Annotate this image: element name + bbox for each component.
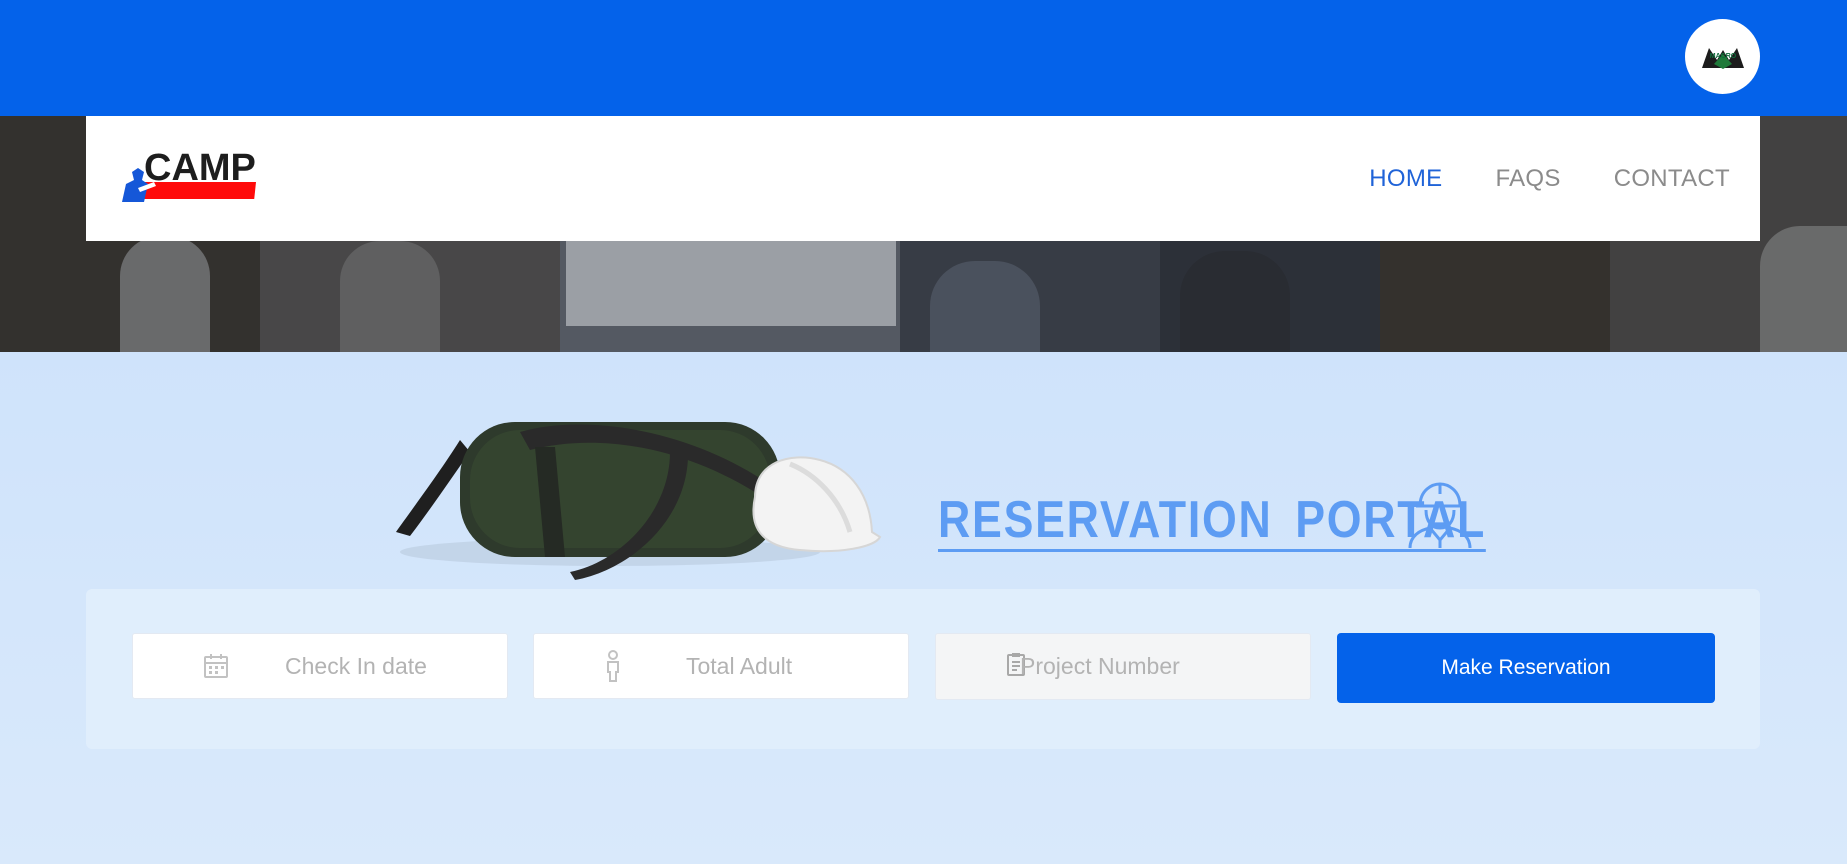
camp-logo-icon: CAMP <box>122 147 257 202</box>
brand-logo[interactable]: CAMP <box>120 116 280 241</box>
nav-contact[interactable]: CONTACT <box>1614 165 1730 193</box>
nav-home[interactable]: HOME <box>1369 165 1442 193</box>
make-reservation-button[interactable]: Make Reservation <box>1337 633 1715 703</box>
reservation-form: Check In date Total Adult Project Number… <box>86 589 1760 749</box>
macro-logo-text: MACRO <box>1709 53 1736 60</box>
nav-links: HOME FAQS CONTACT <box>1369 165 1730 193</box>
macro-logo-icon: MACRO <box>1701 47 1744 69</box>
check-in-date-field[interactable]: Check In date <box>132 633 508 699</box>
top-bar: MACRO <box>0 0 1847 116</box>
duffel-bag-illustration <box>396 422 882 580</box>
project-number-placeholder: Project Number <box>1020 653 1180 679</box>
main-navbar: CAMP HOME FAQS CONTACT <box>86 116 1760 241</box>
person-icon <box>604 650 622 682</box>
nav-faqs[interactable]: FAQS <box>1495 165 1560 193</box>
camp-logo-text: CAMP <box>144 147 256 189</box>
check-in-placeholder: Check In date <box>285 652 427 679</box>
calendar-icon <box>203 653 229 679</box>
total-adult-placeholder: Total Adult <box>686 652 793 679</box>
portal-title: RESERVATION PORTAL <box>938 480 1575 552</box>
macro-avatar[interactable]: MACRO <box>1685 19 1760 94</box>
project-number-field[interactable]: Project Number <box>935 633 1311 700</box>
total-adult-field[interactable]: Total Adult <box>533 633 909 699</box>
construction-worker-icon <box>1408 482 1472 549</box>
